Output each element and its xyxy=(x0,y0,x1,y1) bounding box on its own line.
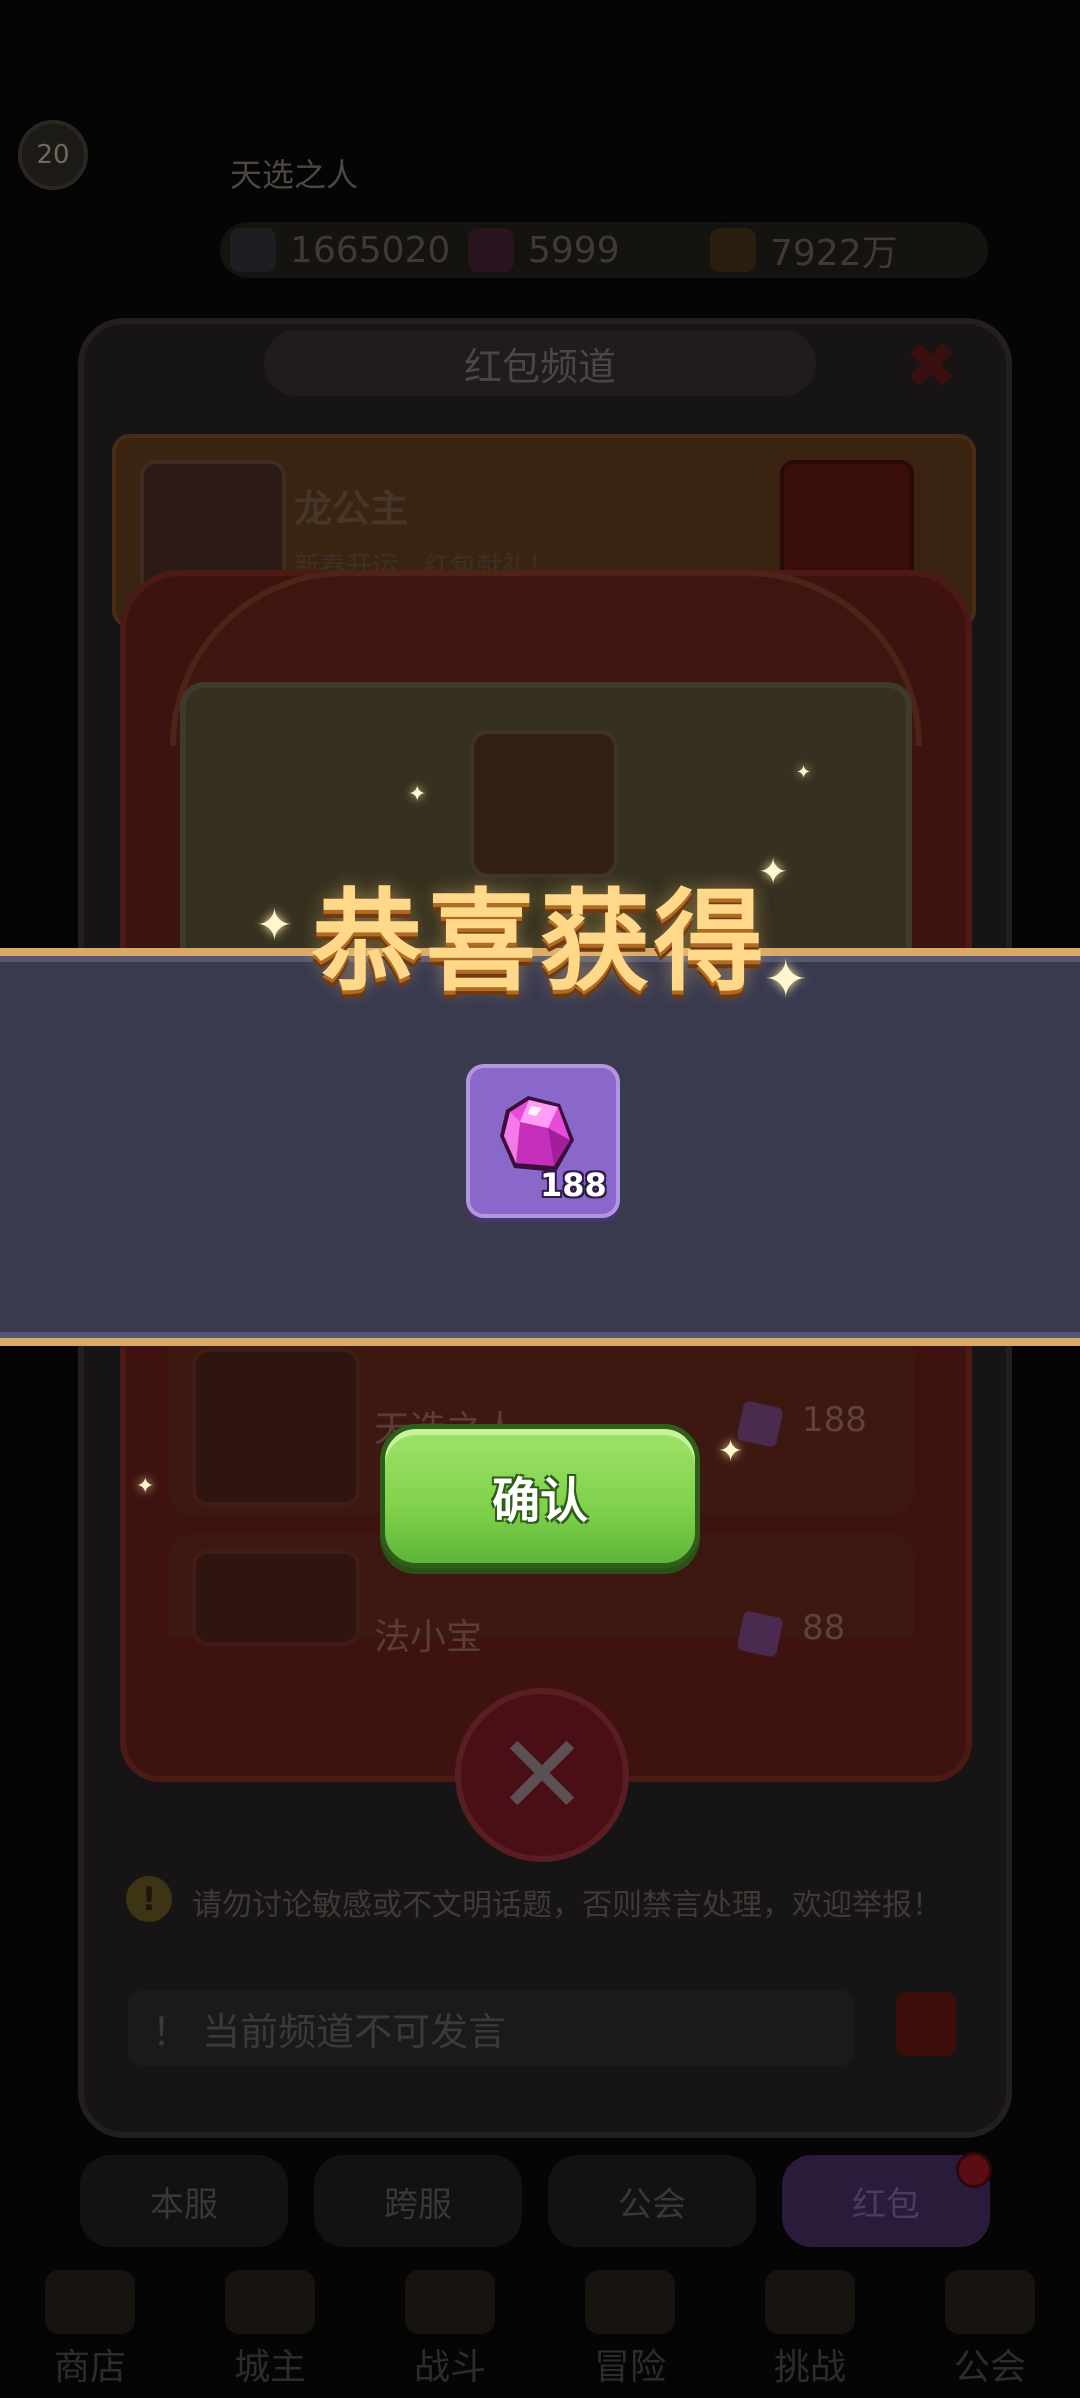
tab-guild[interactable]: 公会 xyxy=(548,2155,756,2247)
channel-warning: 请勿讨论敏感或不文明话题，否则禁言处理，欢迎举报！ xyxy=(192,1888,942,1923)
swords-icon xyxy=(405,2270,495,2334)
panel-title: 红包频道 xyxy=(463,344,616,389)
gold-icon xyxy=(710,228,756,272)
avatar xyxy=(192,1550,360,1646)
sparkle-icon: ✦ xyxy=(256,900,293,951)
reward-title: 恭喜获得 xyxy=(312,877,768,1006)
send-red-packet-button[interactable] xyxy=(896,1992,956,2056)
packet-close-button[interactable]: ✕ xyxy=(455,1688,629,1862)
chat-input[interactable]: ！ 当前频道不可发言 xyxy=(128,1990,854,2066)
warning-icon: ! xyxy=(126,1876,172,1922)
power-value: 1665020 xyxy=(290,229,451,271)
sparkle-icon: ✦ xyxy=(718,1434,744,1469)
nav-battle[interactable]: 战斗 xyxy=(360,2270,540,2390)
nav-label: 商店 xyxy=(53,2347,126,2388)
tab-local-server[interactable]: 本服 xyxy=(80,2155,288,2247)
gem-icon xyxy=(468,228,514,272)
nav-label: 公会 xyxy=(953,2347,1026,2388)
gem-icon xyxy=(736,1400,784,1448)
sparkle-icon: ✦ xyxy=(764,950,808,1010)
player-level-badge: 20 xyxy=(18,120,88,190)
nav-adventure[interactable]: 冒险 xyxy=(540,2270,720,2390)
avatar xyxy=(192,1348,360,1506)
guild-icon xyxy=(945,2270,1035,2334)
player-name: 天选之人 xyxy=(230,156,359,194)
list-item-value: 88 xyxy=(802,1608,846,1648)
sparkle-icon: ✦ xyxy=(758,852,789,893)
map-icon xyxy=(585,2270,675,2334)
sparkle-icon: ✦ xyxy=(796,762,812,783)
nav-guild[interactable]: 公会 xyxy=(900,2270,1080,2390)
list-item-name: 法小宝 xyxy=(374,1617,483,1658)
gem-value: 5999 xyxy=(528,229,620,271)
list-item-value: 188 xyxy=(802,1400,867,1440)
reward-item-count: 188 xyxy=(540,1166,607,1204)
nav-shop[interactable]: 商店 xyxy=(0,2270,180,2390)
power-icon xyxy=(230,228,276,272)
nav-lord[interactable]: 城主 xyxy=(180,2270,360,2390)
nav-label: 冒险 xyxy=(593,2347,666,2388)
nav-label: 战斗 xyxy=(413,2347,486,2388)
sparkle-icon: ✦ xyxy=(408,782,427,807)
gem-icon xyxy=(736,1610,784,1658)
gold-value: 7922万 xyxy=(770,233,898,274)
nav-label: 城主 xyxy=(233,2347,306,2388)
sender-name: 龙公主 xyxy=(294,487,409,531)
sparkle-icon: ✦ xyxy=(136,1474,155,1499)
trophy-icon xyxy=(765,2270,855,2334)
castle-icon xyxy=(225,2270,315,2334)
nav-challenge[interactable]: 挑战 xyxy=(720,2270,900,2390)
gold-counter: 7922万 xyxy=(700,222,988,278)
notification-dot xyxy=(956,2152,992,2188)
shop-icon xyxy=(45,2270,135,2334)
purple-gem-icon xyxy=(500,1096,574,1172)
confirm-button[interactable]: 确认 xyxy=(380,1424,700,1568)
nav-label: 挑战 xyxy=(773,2347,846,2388)
tab-cross-server[interactable]: 跨服 xyxy=(314,2155,522,2247)
panel-close-icon[interactable]: ✖ xyxy=(898,334,964,400)
